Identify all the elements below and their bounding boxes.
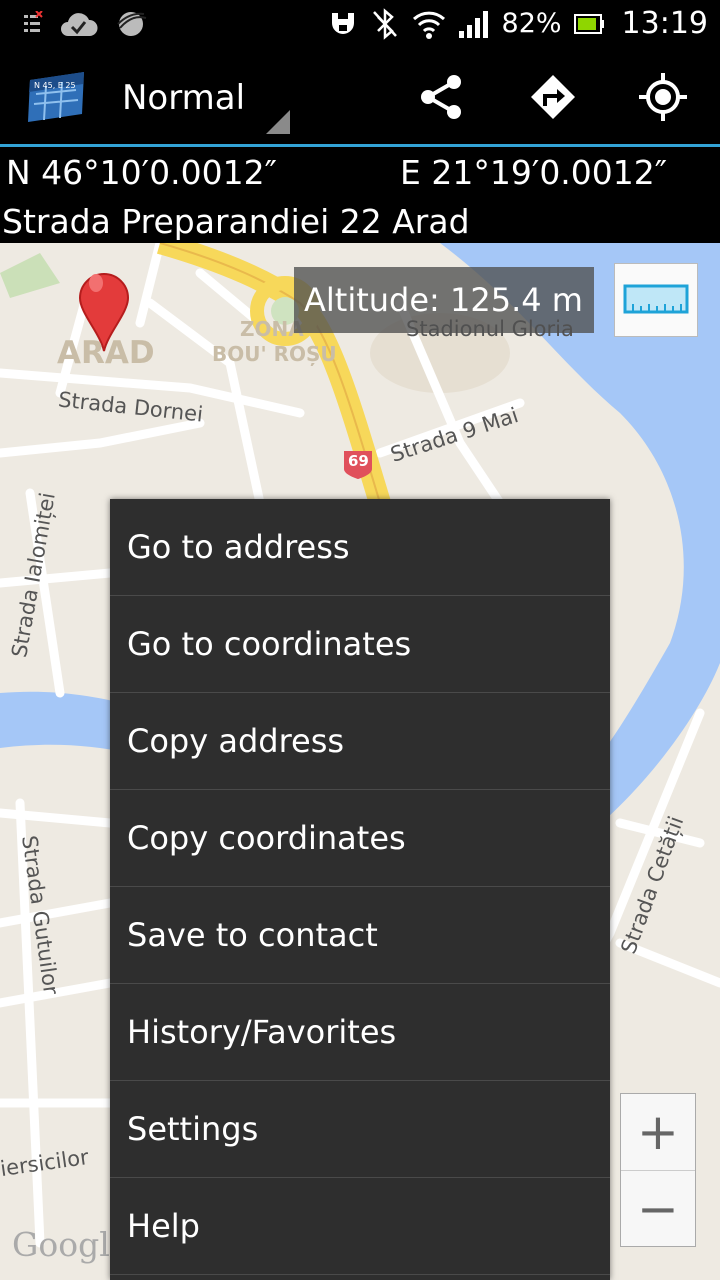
route-69-label: 69 xyxy=(348,452,369,470)
share-icon[interactable] xyxy=(416,72,466,122)
app-icon-label: N 45, E 25 xyxy=(34,81,76,90)
longitude-text: E 21°19′0.0012″ xyxy=(400,153,668,192)
clock: 13:19 xyxy=(621,6,708,41)
map-label-bou-rosu: BOU' ROȘU xyxy=(212,342,337,366)
wifi-icon xyxy=(412,11,445,39)
swype-keyboard-icon xyxy=(117,12,147,36)
zoom-in-button[interactable]: + xyxy=(621,1094,695,1170)
action-bar: N 45, E 25 Normal xyxy=(0,50,720,147)
menu-item-go-to-coordinates[interactable]: Go to coordinates xyxy=(110,596,610,693)
directions-icon[interactable] xyxy=(528,72,578,122)
android-debug-icon xyxy=(331,12,354,34)
notification-list-icon xyxy=(24,11,43,32)
battery-icon xyxy=(573,13,604,34)
map-mode-spinner[interactable]: Normal xyxy=(110,50,290,144)
altitude-display: Altitude: 125.4 m xyxy=(294,267,594,333)
measure-ruler-button[interactable] xyxy=(614,263,698,337)
app-logo-icon[interactable]: N 45, E 25 xyxy=(26,70,86,124)
menu-item-copy-address[interactable]: Copy address xyxy=(110,693,610,790)
signal-strength-icon xyxy=(458,10,488,38)
bluetooth-off-icon xyxy=(372,7,397,40)
my-location-icon[interactable] xyxy=(638,72,688,122)
zoom-out-button[interactable]: − xyxy=(621,1170,695,1247)
menu-item-help[interactable]: Help xyxy=(110,1178,610,1275)
status-bar: 82% 13:19 xyxy=(0,0,720,50)
menu-item-settings[interactable]: Settings xyxy=(110,1081,610,1178)
menu-item-save-to-contact[interactable]: Save to contact xyxy=(110,887,610,984)
menu-item-copy-coordinates[interactable]: Copy coordinates xyxy=(110,790,610,887)
ruler-icon xyxy=(623,284,689,314)
menu-item-go-to-address[interactable]: Go to address xyxy=(110,499,610,596)
address-text: Strada Preparandiei 22 Arad xyxy=(2,202,470,241)
battery-percent: 82% xyxy=(501,8,562,39)
spinner-corner-icon xyxy=(266,110,290,134)
zoom-controls: + − xyxy=(620,1093,696,1247)
menu-item-history-favorites[interactable]: History/Favorites xyxy=(110,984,610,1081)
map-label-city: ARAD xyxy=(57,335,155,371)
map-mode-label: Normal xyxy=(122,78,246,118)
coordinates-panel: N 46°10′0.0012″ E 21°19′0.0012″ Strada P… xyxy=(0,147,720,243)
options-menu: Go to address Go to coordinates Copy add… xyxy=(110,499,610,1280)
latitude-text: N 46°10′0.0012″ xyxy=(6,153,277,192)
cloud-sync-icon xyxy=(61,13,98,36)
